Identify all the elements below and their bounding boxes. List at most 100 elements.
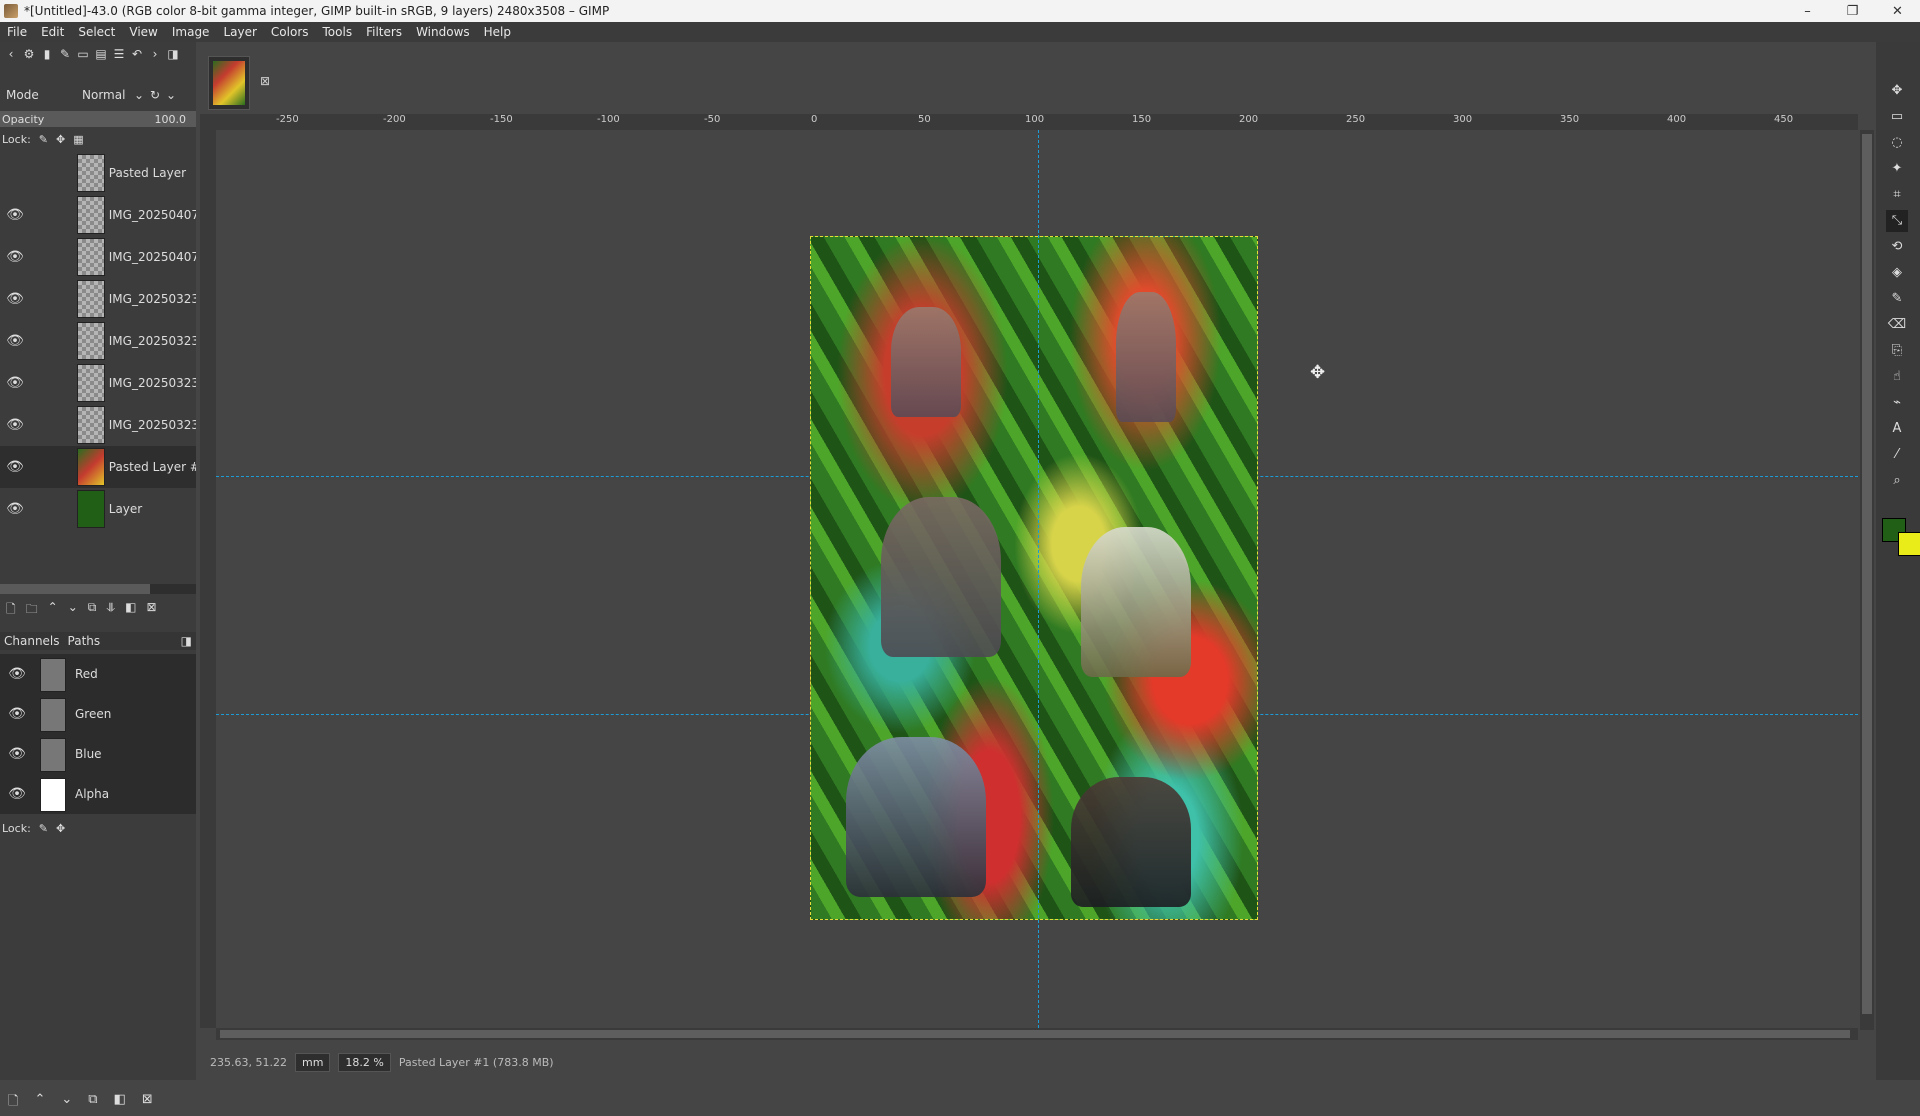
eye-icon[interactable]: 👁: [2, 746, 32, 762]
duplicate-layer-icon[interactable]: ⧉: [88, 600, 97, 620]
ruler-corner[interactable]: [200, 114, 216, 130]
eye-icon[interactable]: 👁: [0, 291, 30, 307]
reset-mode-icon[interactable]: ↻: [150, 88, 166, 102]
paths-tool-icon[interactable]: ⌁: [1886, 392, 1908, 414]
mask-layer-icon[interactable]: ◧: [125, 600, 136, 620]
menu-colors[interactable]: Colors: [264, 25, 316, 39]
undo-history-icon[interactable]: ↶: [130, 47, 144, 61]
text-tool-icon[interactable]: A: [1886, 418, 1908, 440]
menu-filters[interactable]: Filters: [359, 25, 409, 39]
duplicate-channel-icon[interactable]: ⧉: [88, 1092, 97, 1116]
chevron-left-icon[interactable]: ‹: [4, 47, 18, 61]
vertical-ruler[interactable]: [200, 130, 217, 1028]
vertical-guide[interactable]: [1038, 130, 1039, 1028]
mode-select[interactable]: Normal: [82, 88, 134, 102]
delete-channel-icon[interactable]: ⊠: [142, 1092, 153, 1116]
layer-row[interactable]: 👁 IMG_20250323_: [0, 362, 196, 404]
patterns-icon[interactable]: ▭: [76, 47, 90, 61]
paintbrush-icon[interactable]: ✎: [58, 47, 72, 61]
menu-layer[interactable]: Layer: [216, 25, 263, 39]
images-icon[interactable]: ▤: [94, 47, 108, 61]
new-layer-group-icon[interactable]: 🗀: [26, 600, 38, 620]
merge-layer-icon[interactable]: ⥥: [106, 600, 115, 620]
layer-row[interactable]: 👁 Layer: [0, 488, 196, 530]
new-layer-icon[interactable]: 🗋: [6, 600, 16, 620]
eye-icon[interactable]: 👁: [0, 249, 30, 265]
tab-paths[interactable]: Paths: [64, 634, 105, 648]
layer-row[interactable]: 👁 IMG_20250407_: [0, 236, 196, 278]
opacity-value[interactable]: 100.0: [155, 113, 187, 126]
chevron-down-icon[interactable]: ⌄: [134, 88, 150, 102]
delete-layer-icon[interactable]: ⊠: [146, 600, 156, 620]
zoom-tool-icon[interactable]: ⌕: [1886, 470, 1908, 492]
close-button[interactable]: ✕: [1875, 0, 1920, 22]
crop-tool-icon[interactable]: ⌗: [1886, 184, 1908, 206]
lasso-tool-icon[interactable]: ◌: [1886, 132, 1908, 154]
tab-channels[interactable]: Channels: [0, 634, 64, 648]
lock-pixels-icon[interactable]: ✎: [39, 822, 48, 835]
rect-select-tool-icon[interactable]: ▭: [1886, 106, 1908, 128]
menu-image[interactable]: Image: [165, 25, 217, 39]
menu-file[interactable]: File: [0, 25, 34, 39]
menu-edit[interactable]: Edit: [34, 25, 71, 39]
fuzzy-select-tool-icon[interactable]: ✦: [1886, 158, 1908, 180]
eye-icon[interactable]: 👁: [0, 333, 30, 349]
dock-menu-icon[interactable]: ◨: [166, 47, 180, 61]
channel-to-selection-icon[interactable]: ◧: [114, 1092, 126, 1116]
lock-position-icon[interactable]: ✥: [56, 133, 65, 146]
menu-windows[interactable]: Windows: [409, 25, 477, 39]
eye-icon[interactable]: 👁: [0, 417, 30, 433]
image-canvas[interactable]: [810, 236, 1258, 920]
canvas-horizontal-scrollbar[interactable]: [216, 1028, 1858, 1040]
eye-icon[interactable]: 👁: [0, 375, 30, 391]
eye-icon[interactable]: 👁: [0, 459, 30, 475]
eye-icon[interactable]: 👁: [2, 666, 32, 682]
eye-icon[interactable]: 👁: [0, 207, 30, 223]
menu-tools[interactable]: Tools: [316, 25, 360, 39]
layer-row-active[interactable]: 👁 Pasted Layer #: [0, 446, 196, 488]
menu-help[interactable]: Help: [477, 25, 518, 39]
color-picker-tool-icon[interactable]: ⁄: [1886, 444, 1908, 466]
maximize-button[interactable]: ❐: [1830, 0, 1875, 22]
eye-icon[interactable]: 👁: [0, 501, 30, 517]
lower-channel-icon[interactable]: ⌄: [61, 1092, 72, 1116]
clone-tool-icon[interactable]: ⎘: [1886, 340, 1908, 362]
warp-transform-tool-icon[interactable]: ⟲: [1886, 236, 1908, 258]
paintbrush-tool-icon[interactable]: ✎: [1886, 288, 1908, 310]
background-color-swatch[interactable]: [1898, 532, 1920, 556]
close-icon[interactable]: ⊠: [260, 74, 270, 88]
lock-position-icon[interactable]: ✥: [56, 822, 65, 835]
raise-layer-icon[interactable]: ⌃: [48, 600, 58, 620]
opacity-slider[interactable]: Opacity 100.0: [0, 111, 196, 127]
eye-icon[interactable]: 👁: [2, 706, 32, 722]
smudge-tool-icon[interactable]: ☝: [1886, 366, 1908, 388]
layer-row[interactable]: Pasted Layer: [0, 152, 196, 194]
lock-alpha-icon[interactable]: ▦: [73, 133, 83, 146]
move-tool-icon[interactable]: ✥: [1886, 80, 1908, 102]
lock-pixels-icon[interactable]: ✎: [39, 133, 48, 146]
layers-icon[interactable]: ☰: [112, 47, 126, 61]
chevron-right-icon[interactable]: ›: [148, 47, 162, 61]
raise-channel-icon[interactable]: ⌃: [34, 1092, 45, 1116]
chevron-down-icon[interactable]: ⌄: [166, 88, 182, 102]
channel-row[interactable]: 👁 Alpha: [0, 774, 196, 814]
minimize-button[interactable]: –: [1785, 0, 1830, 22]
eraser-tool-icon[interactable]: ⌫: [1886, 314, 1908, 336]
zoom-select[interactable]: 18.2 %: [338, 1052, 391, 1072]
bucket-fill-tool-icon[interactable]: ◈: [1886, 262, 1908, 284]
channel-row[interactable]: 👁 Green: [0, 694, 196, 734]
new-channel-icon[interactable]: 🗋: [8, 1092, 18, 1116]
layers-horizontal-scrollbar[interactable]: [0, 584, 196, 594]
layer-row[interactable]: 👁 IMG_20250407_: [0, 194, 196, 236]
canvas-vertical-scrollbar[interactable]: [1860, 130, 1874, 1030]
eye-icon[interactable]: 👁: [2, 786, 32, 802]
unit-select[interactable]: mm: [294, 1052, 331, 1072]
menu-view[interactable]: View: [122, 25, 164, 39]
channel-row[interactable]: 👁 Blue: [0, 734, 196, 774]
channel-row[interactable]: 👁 Red: [0, 654, 196, 694]
menu-select[interactable]: Select: [71, 25, 122, 39]
brushes-icon[interactable]: ▮: [40, 47, 54, 61]
dock-menu-icon[interactable]: ◨: [177, 634, 196, 648]
lower-layer-icon[interactable]: ⌄: [68, 600, 78, 620]
layer-row[interactable]: 👁 IMG_20250323_: [0, 320, 196, 362]
